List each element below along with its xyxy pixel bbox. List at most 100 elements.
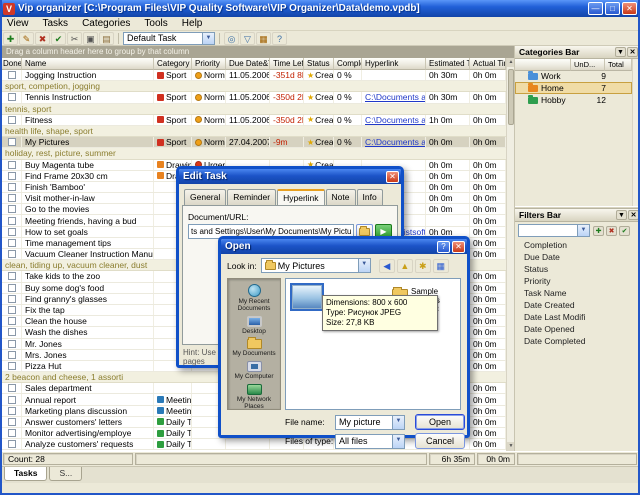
place-my-network-places[interactable]: My Network Places [228,384,280,410]
group-row[interactable]: sport, competion, jogging [0,81,506,92]
up-one-level-icon[interactable]: ▲ [397,259,413,273]
close-icon[interactable]: ✕ [627,47,638,57]
edit-task-dialog-titlebar[interactable]: Edit Task ✕ [179,169,401,184]
tab-hyperlink[interactable]: Hyperlink [277,189,324,205]
menu-tools[interactable]: Tools [137,18,174,29]
category-item-work[interactable]: Work9 [515,70,632,82]
menu-view[interactable]: View [0,18,36,29]
paste-icon[interactable]: ▤ [99,32,114,45]
group-row[interactable]: holiday, rest, picture, summer [0,148,506,159]
back-icon[interactable]: ◀ [379,259,395,273]
hyperlink[interactable]: C:\Documents and Settings\All [365,92,425,102]
complete-task-icon[interactable]: ✔ [51,32,66,45]
done-checkbox[interactable] [8,172,16,180]
place-my-recent-documents[interactable]: My Recent Documents [228,284,280,312]
file-type-combo[interactable]: All files▼ [335,434,405,449]
bottom-tab-tasks[interactable]: Tasks [4,467,47,481]
open-button[interactable]: Open [415,414,465,430]
group-row[interactable]: health life, shape, sport [0,126,506,137]
done-checkbox[interactable] [8,194,16,202]
menu-tasks[interactable]: Tasks [36,18,76,29]
tab-note[interactable]: Note [326,189,356,205]
done-checkbox[interactable] [8,351,16,359]
done-checkbox[interactable] [8,239,16,247]
column-header-name[interactable]: Name [22,58,154,70]
done-checkbox[interactable] [8,284,16,292]
column-header-estimated-time[interactable]: Estimated Time [426,58,470,70]
done-checkbox[interactable] [8,328,16,336]
done-checkbox[interactable] [8,161,16,169]
filter-icon[interactable]: ▽ [240,32,255,45]
column-header-done[interactable]: Done [0,58,22,70]
hyperlink[interactable]: C:\Documents and [365,137,425,147]
column-header-status[interactable]: Status [304,58,334,70]
done-checkbox[interactable] [8,250,16,258]
cut-icon[interactable]: ✂ [67,32,82,45]
look-in-combo[interactable]: My Pictures ▼ [261,258,371,273]
done-checkbox[interactable] [8,205,16,213]
done-checkbox[interactable] [8,138,16,146]
done-checkbox[interactable] [8,71,16,79]
place-my-documents[interactable]: My Documents [228,339,280,357]
apply-filter-icon[interactable]: ✔ [619,226,630,236]
cancel-button[interactable]: Cancel [415,433,465,449]
new-folder-icon[interactable]: ✱ [415,259,431,273]
chevron-down-icon[interactable]: ▼ [577,225,589,236]
filter-preset-combo[interactable]: ▼ [518,224,590,237]
chevron-down-icon[interactable]: ▼ [358,259,370,272]
done-checkbox[interactable] [8,418,16,426]
help-icon[interactable]: ? [437,241,450,253]
column-header-actual-time[interactable]: Actual Time [470,58,506,70]
done-checkbox[interactable] [8,396,16,404]
bottom-tab-s[interactable]: S... [49,467,82,481]
close-icon[interactable]: ✕ [628,210,639,220]
done-checkbox[interactable] [8,116,16,124]
done-checkbox[interactable] [8,362,16,370]
task-row[interactable]: FitnessSportNormal11.05.2006-350d 2h★Cre… [0,115,506,126]
chevron-down-icon[interactable]: ▼ [616,210,627,220]
done-checkbox[interactable] [8,93,16,101]
column-header-priority[interactable]: Priority [192,58,226,70]
filter-item-due-date[interactable]: Due Date [515,251,640,263]
filters-bar-header[interactable]: Filters Bar ▼ ✕ [515,209,640,222]
filter-item-date-last-modifi[interactable]: Date Last Modifi [515,311,640,323]
menu-help[interactable]: Help [175,18,210,29]
remove-filter-icon[interactable]: ✖ [606,226,617,236]
column-header-category[interactable]: Category [154,58,192,70]
chevron-down-icon[interactable]: ▼ [392,416,404,429]
delete-task-icon[interactable]: ✖ [35,32,50,45]
minimize-icon[interactable]: — [588,2,603,15]
open-dialog-titlebar[interactable]: Open ? ✕ [221,239,467,254]
category-item-hobby[interactable]: Hobby12 [515,94,632,106]
column-header-hyperlink[interactable]: Hyperlink [362,58,426,70]
maximize-icon[interactable]: □ [605,2,620,15]
close-icon[interactable]: ✕ [386,171,399,183]
find-icon[interactable]: ◎ [224,32,239,45]
done-checkbox[interactable] [8,429,16,437]
done-checkbox[interactable] [8,183,16,191]
column-header-complete[interactable]: Complete [334,58,362,70]
task-row[interactable]: Jogging InstructionSportNormal11.05.2006… [0,70,506,81]
column-header-due-date-tim[interactable]: Due Date&Tim▲ [226,58,270,70]
column-header-time-left[interactable]: Time Left [270,58,304,70]
chevron-down-icon[interactable]: ▼ [392,435,404,448]
close-icon[interactable]: ✕ [452,241,465,253]
filter-item-date-completed[interactable]: Date Completed [515,335,640,347]
close-icon[interactable]: ✕ [622,2,637,15]
filter-item-status[interactable]: Status [515,263,640,275]
file-name-combo[interactable]: My picture▼ [335,415,405,430]
menu-categories[interactable]: Categories [75,18,137,29]
help-icon[interactable]: ? [272,32,287,45]
filter-item-completion[interactable]: Completion [515,239,640,251]
chevron-down-icon[interactable]: ▼ [202,33,214,44]
new-task-icon[interactable]: ✚ [3,32,18,45]
report-icon[interactable]: ▦ [256,32,271,45]
hyperlink[interactable]: C:\Documents and Settings\All [365,115,425,125]
filter-item-date-created[interactable]: Date Created [515,299,640,311]
categories-scrollbar[interactable] [632,59,640,209]
add-filter-icon[interactable]: ✚ [593,226,604,236]
vertical-scrollbar[interactable]: ▲ ▼ [506,58,514,451]
place-desktop[interactable]: Desktop [228,316,280,335]
done-checkbox[interactable] [8,272,16,280]
done-checkbox[interactable] [8,407,16,415]
